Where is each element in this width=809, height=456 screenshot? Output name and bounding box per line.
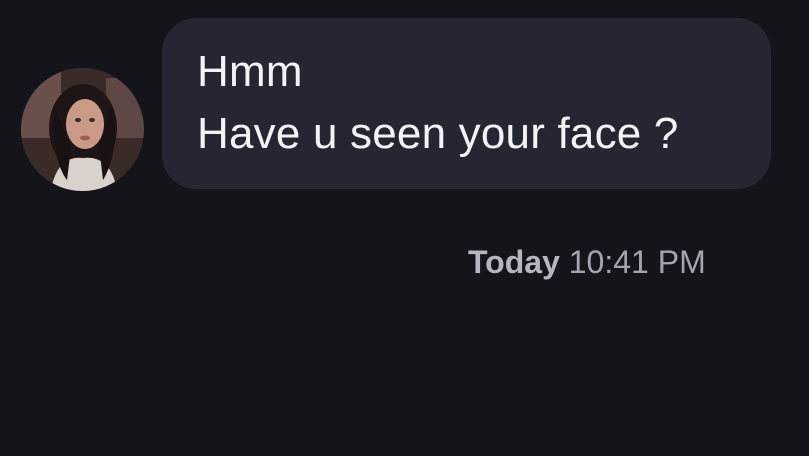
message-timestamp: Today 10:41 PM: [468, 243, 706, 281]
message-line: Have u seen your face ?: [197, 109, 679, 158]
message-bubble[interactable]: Hmm Have u seen your face ?: [162, 18, 771, 189]
sender-avatar[interactable]: [21, 68, 144, 191]
avatar-photo: [21, 68, 144, 191]
timestamp-time: 10:41 PM: [568, 244, 706, 280]
timestamp-day: Today: [468, 244, 560, 280]
chat-screen: Hmm Have u seen your face ? Today 10:41 …: [0, 0, 809, 456]
message-line: Hmm: [197, 47, 303, 96]
